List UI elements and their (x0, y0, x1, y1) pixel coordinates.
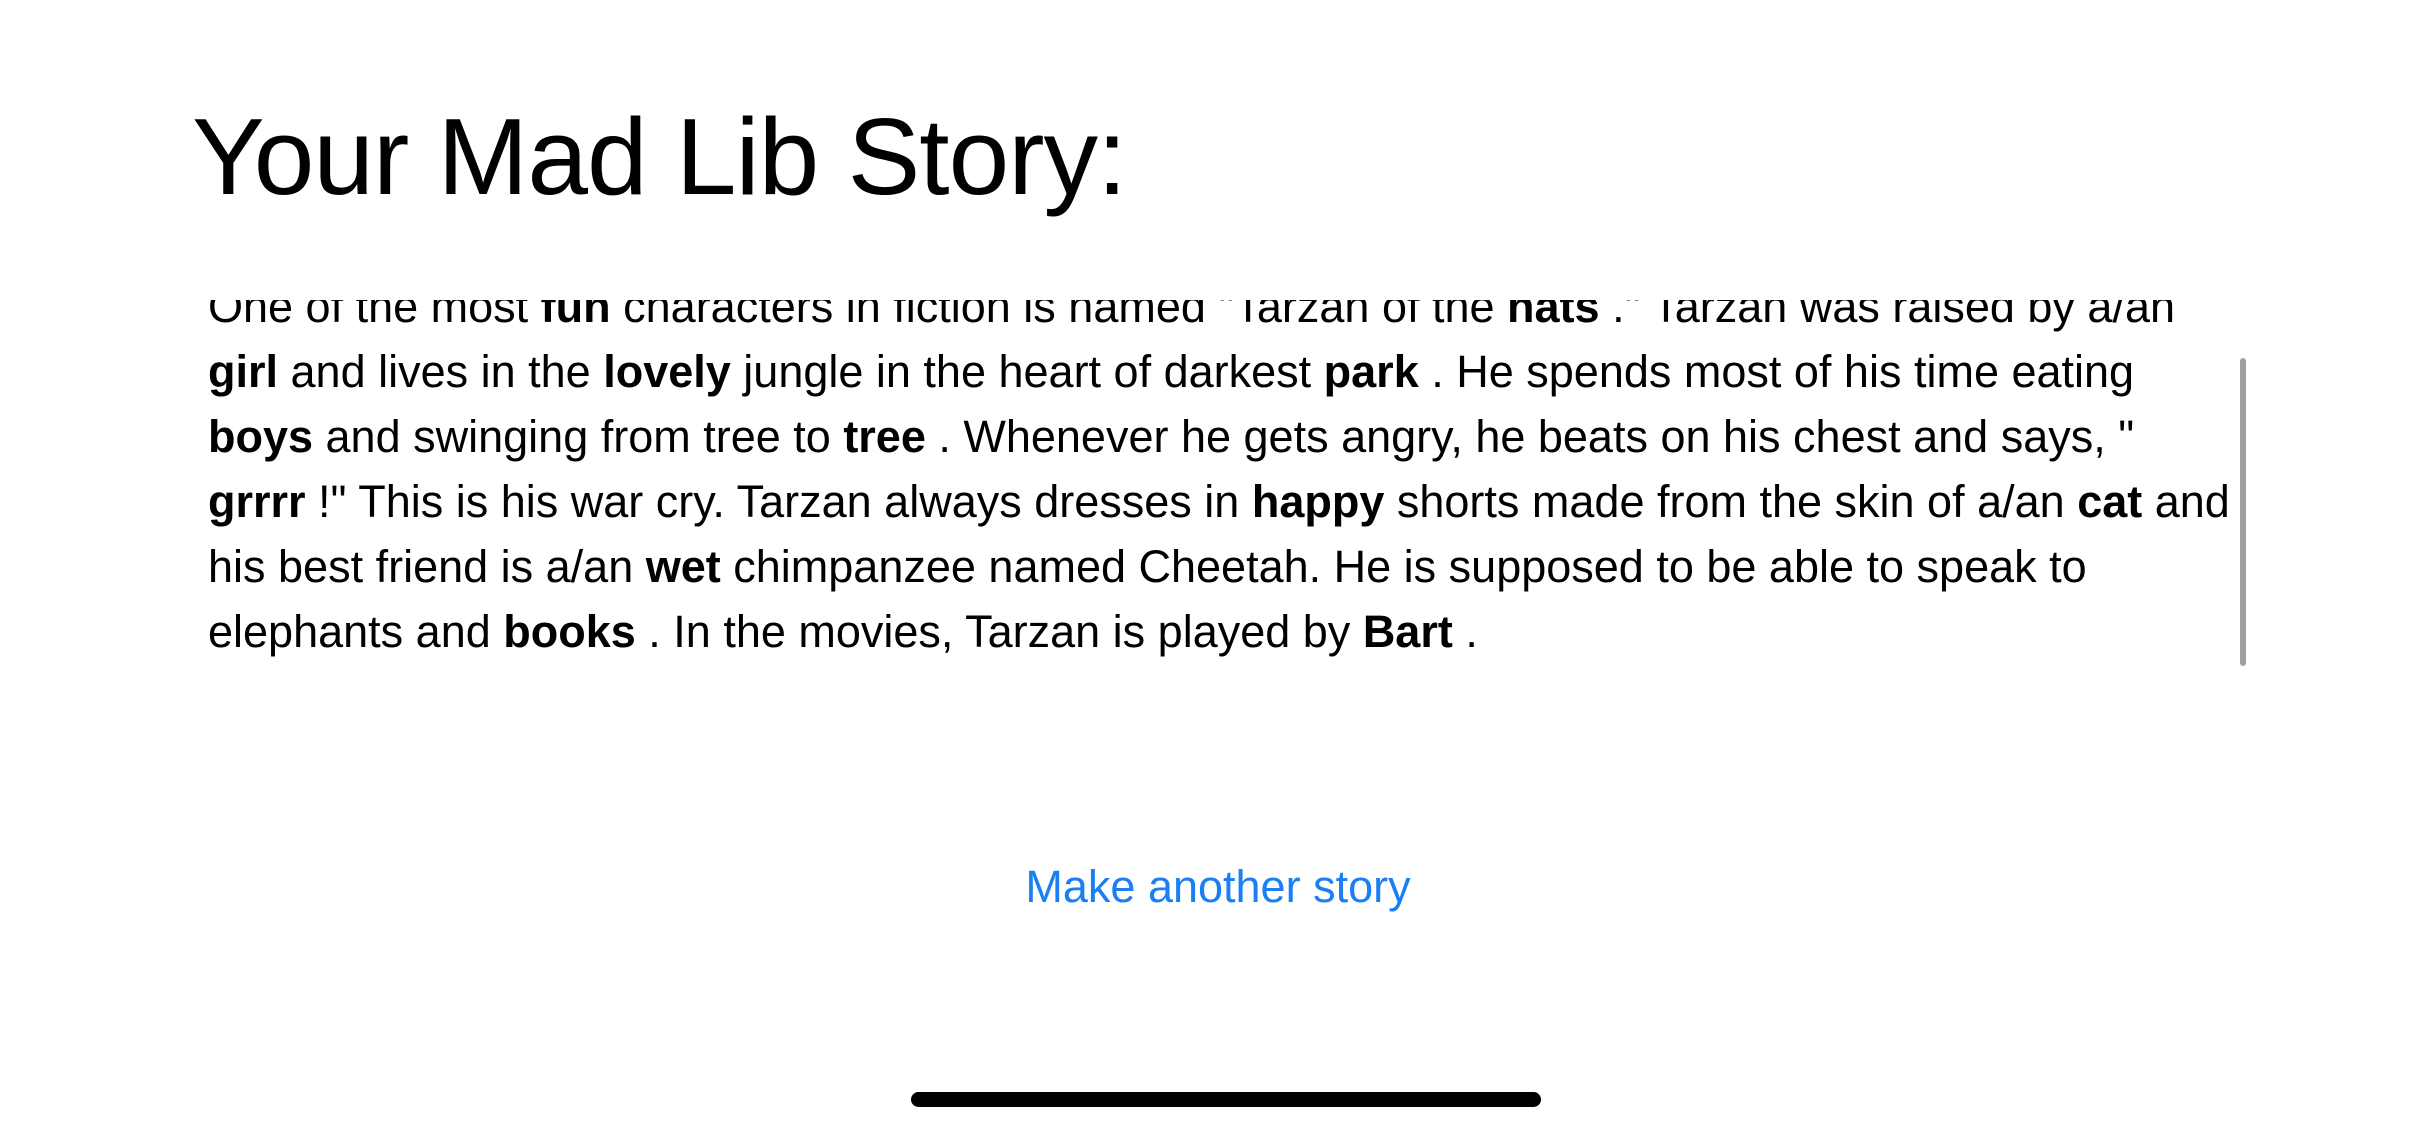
story-segment: One of the most (208, 300, 541, 332)
filled-word: happy (1251, 476, 1385, 527)
filled-word: cat (2077, 476, 2143, 527)
story-segment: . In the movies, Tarzan is played by (635, 606, 1363, 657)
story-text: One of the most fun characters in fictio… (208, 300, 2238, 664)
filled-word: fun (540, 300, 611, 332)
story-segment: and swinging from tree to (313, 411, 844, 462)
story-segment: . He spends most of his time eating (1418, 346, 2135, 397)
make-another-story-button[interactable]: Make another story (918, 852, 1518, 922)
story-segment: !" This is his war cry. Tarzan always dr… (305, 476, 1252, 527)
vertical-scroll-indicator[interactable] (2240, 358, 2246, 666)
filled-word: Bart (1362, 606, 1453, 657)
story-segment: . (1452, 606, 1478, 657)
filled-word: tree (843, 411, 926, 462)
filled-word: girl (208, 346, 279, 397)
story-segment: . Whenever he gets angry, he beats on hi… (925, 411, 2135, 462)
filled-word: hats (1507, 300, 1600, 332)
filled-word: books (503, 606, 636, 657)
page-title: Your Mad Lib Story: (192, 96, 1127, 218)
story-segment: shorts made from the skin of a/an (1384, 476, 2078, 527)
filled-word: wet (645, 541, 721, 592)
filled-word: boys (208, 411, 314, 462)
filled-word: park (1323, 346, 1419, 397)
filled-word: grrrr (208, 476, 306, 527)
story-text-view[interactable]: One of the most fun characters in fictio… (208, 300, 2248, 747)
story-segment: characters in fiction is named "Tarzan o… (610, 300, 1508, 332)
story-segment: ." Tarzan was raised by a/an (1599, 300, 2176, 332)
filled-word: lovely (603, 346, 731, 397)
home-indicator[interactable] (911, 1092, 1541, 1107)
story-segment: jungle in the heart of darkest (730, 346, 1324, 397)
story-segment: and lives in the (278, 346, 604, 397)
